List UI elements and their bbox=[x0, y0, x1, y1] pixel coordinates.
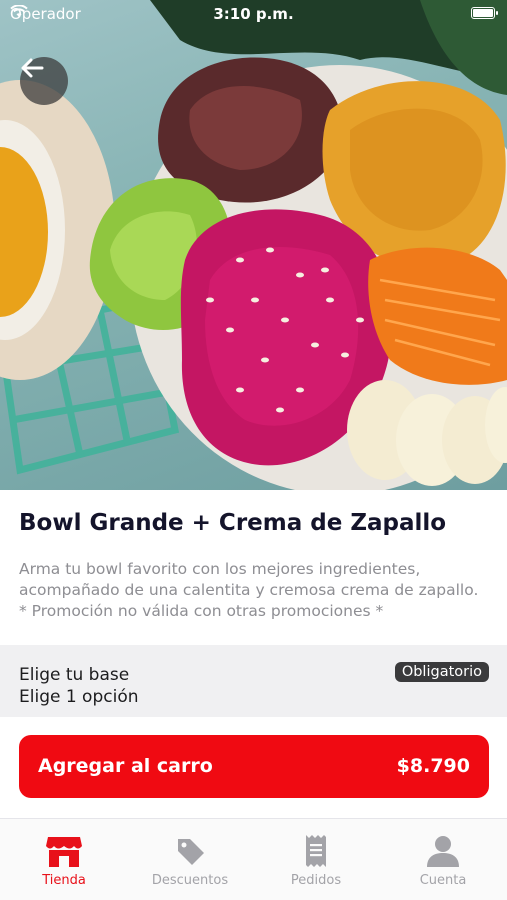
add-to-cart-button[interactable]: Agregar al carro $8.790 bbox=[19, 735, 489, 798]
store-icon bbox=[46, 837, 82, 867]
tag-icon bbox=[178, 839, 204, 865]
tab-label: Tienda bbox=[42, 873, 86, 888]
user-icon bbox=[427, 836, 459, 867]
add-to-cart-price: $8.790 bbox=[396, 755, 470, 777]
tab-bar: Tienda Descuentos Pedidos Cuenta bbox=[0, 818, 507, 900]
description-line: * Promoción no válida con otras promocio… bbox=[19, 602, 384, 620]
status-time: 3:10 p.m. bbox=[213, 5, 294, 23]
tab-tienda[interactable]: Tienda bbox=[1, 829, 127, 894]
options-section: Elige tu base Elige 1 opción Obligatorio bbox=[0, 645, 507, 717]
tab-label: Pedidos bbox=[290, 873, 342, 888]
product-title: Bowl Grande + Crema de Zapallo bbox=[19, 510, 447, 536]
options-subtitle: Elige 1 opción bbox=[19, 687, 139, 707]
arrow-left-icon bbox=[21, 58, 44, 78]
tab-cuenta[interactable]: Cuenta bbox=[380, 829, 506, 894]
tab-label: Descuentos bbox=[151, 873, 229, 888]
bowl-photo-illustration bbox=[0, 0, 507, 490]
options-title: Elige tu base bbox=[19, 665, 130, 685]
description-line: Arma tu bowl favorito con los mejores in… bbox=[19, 560, 421, 578]
tab-label: Cuenta bbox=[419, 873, 467, 888]
receipt-icon bbox=[306, 835, 326, 867]
battery-icon bbox=[471, 7, 498, 19]
description-line: acompañado de una calentita y cremosa cr… bbox=[19, 581, 479, 599]
back-button[interactable] bbox=[20, 57, 68, 105]
tab-descuentos[interactable]: Descuentos bbox=[127, 829, 253, 894]
tab-pedidos[interactable]: Pedidos bbox=[253, 829, 379, 894]
product-description: Arma tu bowl favorito con los mejores in… bbox=[19, 559, 489, 622]
required-badge: Obligatorio bbox=[394, 662, 489, 682]
status-bar: Operador 3:10 p.m. bbox=[0, 0, 507, 28]
add-to-cart-label: Agregar al carro bbox=[38, 755, 213, 777]
product-image: Operador 3:10 p.m. bbox=[0, 0, 507, 490]
